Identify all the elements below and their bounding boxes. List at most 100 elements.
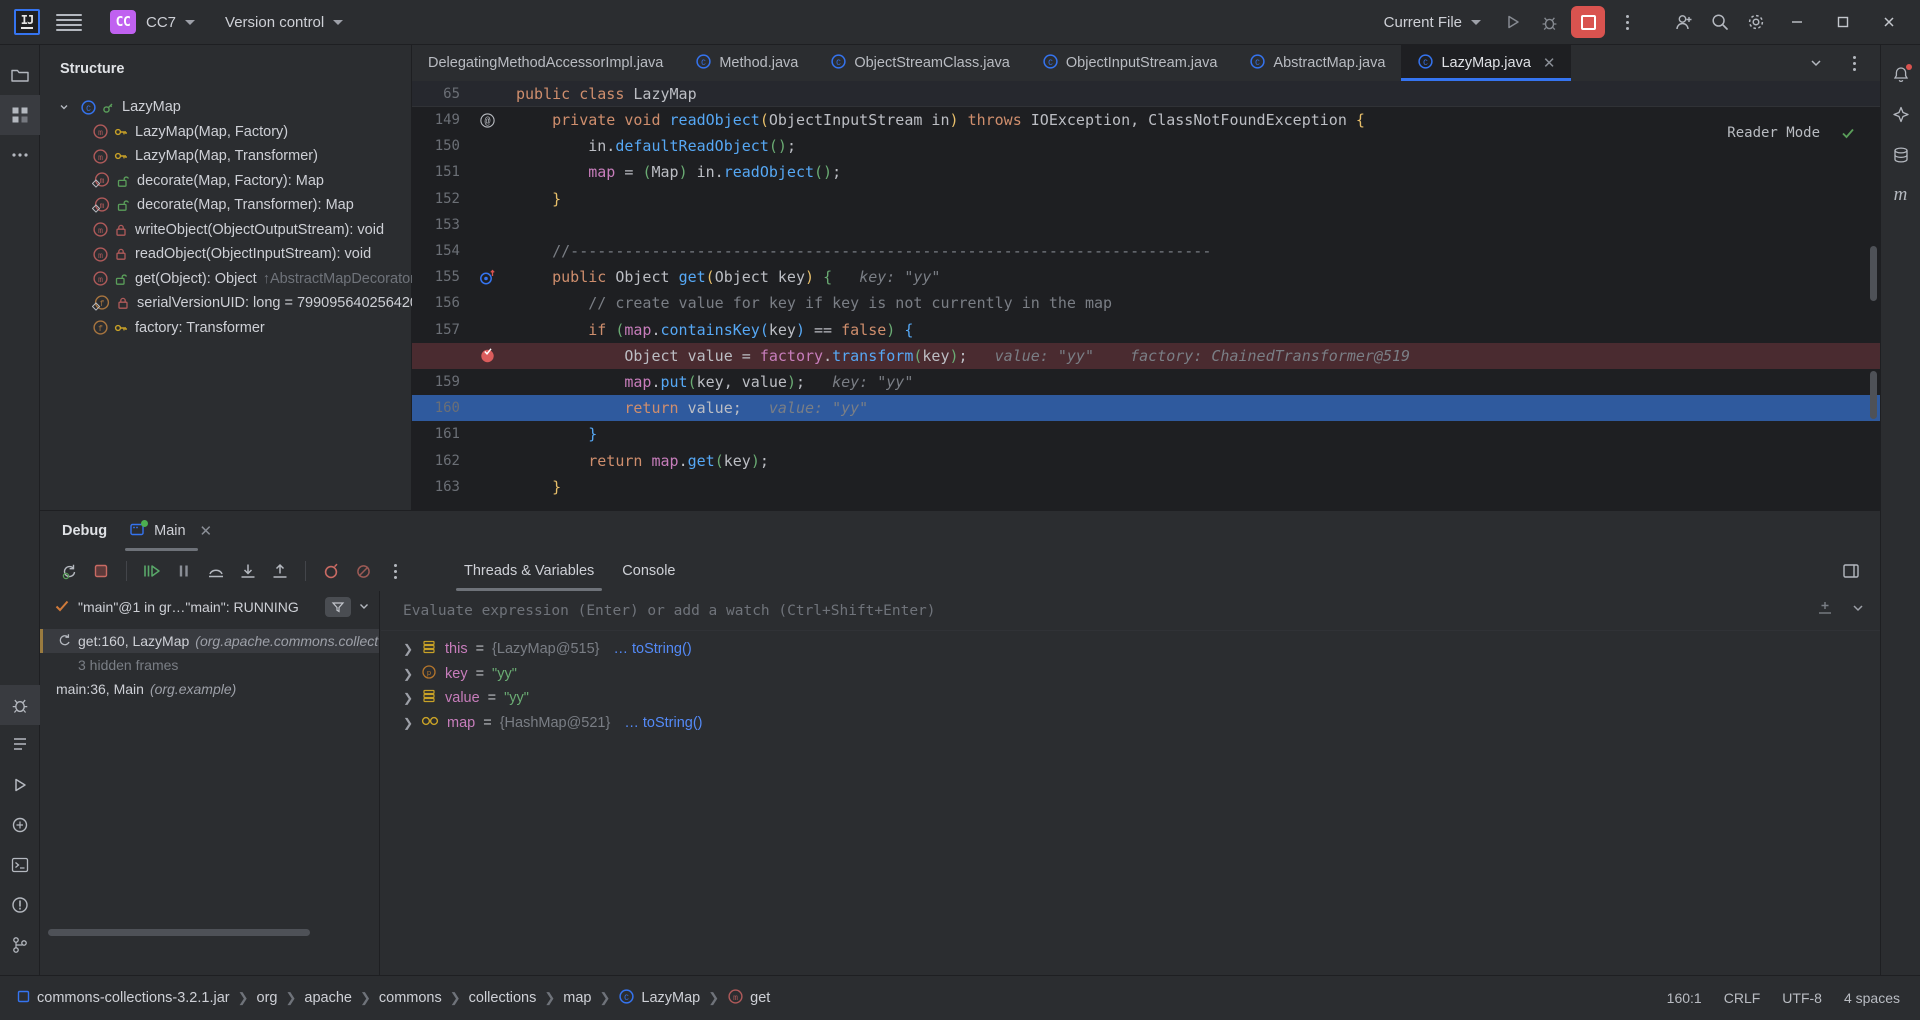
breadcrumb-item[interactable]: commons: [379, 990, 442, 1006]
editor-tab[interactable]: C LazyMap.java ✕: [1401, 45, 1572, 81]
debug-session-tab[interactable]: Main ✕: [125, 511, 216, 551]
tab-threads-variables[interactable]: Threads & Variables: [452, 551, 606, 591]
tab-console[interactable]: Console: [610, 551, 687, 591]
more-tools-icon[interactable]: [0, 135, 40, 175]
breakpoint-icon[interactable]: [474, 347, 500, 364]
code-editor[interactable]: 65 public class LazyMap Reader Mode 149 @…: [412, 81, 1880, 510]
filter-icon[interactable]: [325, 597, 351, 617]
ai-assistant-icon[interactable]: [1881, 95, 1920, 135]
close-icon[interactable]: [1866, 0, 1912, 45]
sticky-header-line[interactable]: 65 public class LazyMap: [412, 81, 1880, 107]
method-run-icon[interactable]: [474, 268, 500, 287]
line-separator[interactable]: CRLF: [1724, 990, 1761, 1006]
editor-scrollbar-thumb[interactable]: [1870, 246, 1877, 301]
expand-chevron-icon[interactable]: ❯: [403, 691, 413, 705]
expand-chevron-icon[interactable]: ❯: [403, 716, 413, 730]
evaluate-expression-bar[interactable]: Evaluate expression (Enter) or add a wat…: [381, 591, 1880, 631]
frame-item[interactable]: get:160, LazyMap (org.apache.commons.coll…: [40, 629, 379, 653]
intellij-logo-icon[interactable]: IJ: [14, 9, 40, 35]
expand-chevron-icon[interactable]: [56, 102, 72, 112]
todo-tool-icon[interactable]: [0, 725, 40, 765]
pause-icon[interactable]: [169, 556, 199, 586]
annotation-icon[interactable]: @: [474, 112, 500, 129]
breadcrumb-item[interactable]: commons-collections-3.2.1.jar: [16, 989, 230, 1008]
run-configuration-selector[interactable]: Current File: [1376, 9, 1489, 36]
run-icon[interactable]: [1496, 6, 1530, 38]
breadcrumb-item[interactable]: apache: [304, 990, 352, 1006]
variable-row[interactable]: ❯ map = {HashMap@521} … toString(): [381, 711, 1880, 736]
evaluate-input[interactable]: Evaluate expression (Enter) or add a wat…: [403, 603, 936, 619]
structure-item[interactable]: m decorate(Map, Transformer): Map: [40, 193, 411, 218]
editor-tab[interactable]: C AbstractMap.java: [1233, 45, 1401, 81]
variable-row[interactable]: ❯ p key = "yy": [381, 662, 1880, 687]
step-out-icon[interactable]: [265, 556, 295, 586]
structure-item[interactable]: m LazyMap(Map, Transformer): [40, 144, 411, 169]
caret-position[interactable]: 160:1: [1667, 990, 1702, 1006]
code-line[interactable]: 162 return map.get(key);: [412, 447, 1880, 473]
code-line[interactable]: 160 return value; value: "yy": [412, 395, 1880, 422]
version-control-menu[interactable]: Version control: [217, 10, 351, 35]
layout-settings-icon[interactable]: [1836, 556, 1866, 586]
expand-chevron-icon[interactable]: ❯: [403, 642, 413, 656]
project-tool-icon[interactable]: [0, 55, 40, 95]
maven-icon[interactable]: m: [1881, 175, 1920, 215]
services-tool-icon[interactable]: [0, 805, 40, 845]
variable-row[interactable]: ❯ this = {LazyMap@515} … toString(): [381, 637, 1880, 662]
notifications-icon[interactable]: [1881, 55, 1920, 95]
breakpoints-icon[interactable]: [316, 556, 346, 586]
structure-item[interactable]: m writeObject(ObjectOutputStream): void: [40, 218, 411, 243]
indent-setting[interactable]: 4 spaces: [1844, 990, 1900, 1006]
structure-tool-icon[interactable]: [0, 95, 40, 135]
code-line[interactable]: Object value = factory.transform(key); v…: [412, 342, 1880, 369]
structure-item[interactable]: f serialVersionUID: long = 79909564025642…: [40, 291, 458, 316]
code-line[interactable]: 154 //----------------------------------…: [412, 238, 1880, 264]
hamburger-menu-icon[interactable]: [56, 9, 82, 35]
frame-item[interactable]: 3 hidden frames: [40, 653, 379, 677]
editor-tab[interactable]: C Method.java: [679, 45, 814, 81]
thread-selector[interactable]: "main"@1 in gr…"main": RUNNING: [40, 591, 379, 623]
code-line[interactable]: 161 }: [412, 421, 1880, 447]
run-tool-icon[interactable]: [0, 765, 40, 805]
breadcrumb-item[interactable]: collections: [469, 990, 537, 1006]
resume-icon[interactable]: [137, 556, 167, 586]
more-vertical-icon[interactable]: [380, 556, 410, 586]
editor-tab[interactable]: DelegatingMethodAccessorImpl.java: [412, 45, 679, 81]
add-watch-icon[interactable]: [1816, 599, 1834, 622]
step-over-icon[interactable]: [201, 556, 231, 586]
structure-item[interactable]: f factory: Transformer: [40, 316, 411, 341]
search-icon[interactable]: [1703, 6, 1737, 38]
variable-tostring-link[interactable]: … toString(): [624, 715, 702, 731]
stop-icon[interactable]: [1571, 6, 1605, 38]
breadcrumb-item[interactable]: C LazyMap: [618, 988, 700, 1009]
expand-chevron-icon[interactable]: ❯: [403, 667, 413, 681]
code-line[interactable]: 157 if (map.containsKey(key) == false) {: [412, 317, 1880, 343]
breadcrumb-item[interactable]: map: [563, 990, 591, 1006]
file-encoding[interactable]: UTF-8: [1782, 990, 1822, 1006]
project-selector[interactable]: CC CC7: [102, 6, 203, 38]
step-into-icon[interactable]: [233, 556, 263, 586]
code-line[interactable]: 159 map.put(key, value); key: "yy": [412, 369, 1880, 395]
more-vertical-icon[interactable]: [1610, 6, 1644, 38]
maximize-icon[interactable]: [1820, 0, 1866, 45]
rerun-debug-icon[interactable]: [54, 556, 84, 586]
minimize-icon[interactable]: [1774, 0, 1820, 45]
editor-tab[interactable]: C ObjectInputStream.java: [1026, 45, 1234, 81]
code-line[interactable]: 152 }: [412, 186, 1880, 212]
breadcrumb-item[interactable]: m get: [727, 988, 770, 1009]
structure-item[interactable]: m get(Object): Object ↑AbstractMapDecorato…: [40, 267, 415, 292]
debug-tool-icon[interactable]: [0, 685, 40, 725]
code-line[interactable]: 150 in.defaultReadObject();: [412, 133, 1880, 159]
editor-tab[interactable]: C ObjectStreamClass.java: [814, 45, 1026, 81]
breadcrumb-item[interactable]: org: [257, 990, 278, 1006]
frame-item[interactable]: main:36, Main (org.example): [40, 677, 379, 701]
code-line[interactable]: 151 map = (Map) in.readObject();: [412, 159, 1880, 185]
editor-scrollbar-thumb-2[interactable]: [1870, 371, 1877, 419]
chevron-down-icon[interactable]: [1799, 47, 1833, 79]
settings-gear-icon[interactable]: [1739, 6, 1773, 38]
more-vertical-icon[interactable]: [1837, 47, 1871, 79]
chevron-down-icon[interactable]: [1850, 600, 1866, 621]
close-icon[interactable]: ✕: [1543, 54, 1556, 72]
problems-tool-icon[interactable]: [0, 885, 40, 925]
variable-row[interactable]: ❯ value = "yy": [381, 686, 1880, 711]
code-line[interactable]: 149 @ private void readObject(ObjectInput…: [412, 107, 1880, 133]
